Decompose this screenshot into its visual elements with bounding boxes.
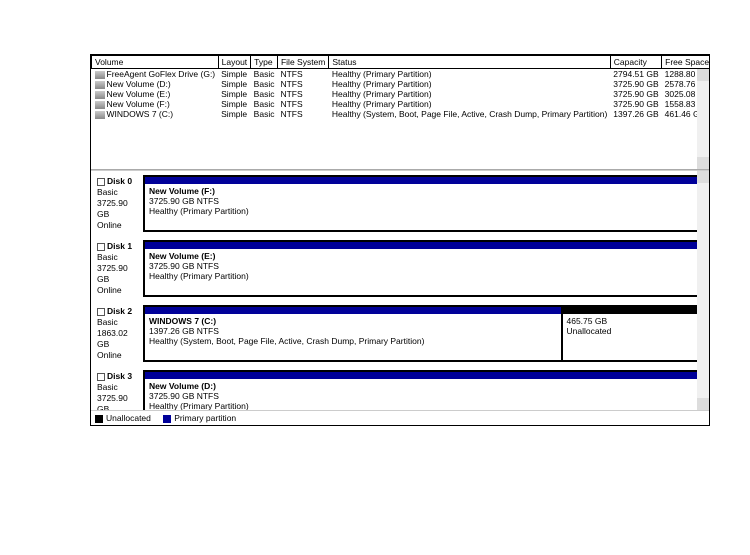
partition-unallocated[interactable]: 465.75 GBUnallocated xyxy=(562,306,703,361)
volume-scrollbar[interactable] xyxy=(697,69,709,169)
disk-scrollbar[interactable] xyxy=(697,171,709,410)
disk-icon xyxy=(97,243,105,251)
volume-row[interactable]: New Volume (E:)SimpleBasicNTFSHealthy (P… xyxy=(92,89,710,99)
disk-info[interactable]: Disk 0Basic3725.90 GBOnline xyxy=(95,175,143,232)
column-header[interactable]: Type xyxy=(251,56,278,69)
column-header[interactable]: Free Space xyxy=(662,56,709,69)
disk-icon xyxy=(97,373,105,381)
column-header[interactable]: File System xyxy=(277,56,328,69)
legend-swatch-primary xyxy=(163,415,171,423)
disk-info[interactable]: Disk 1Basic3725.90 GBOnline xyxy=(95,240,143,297)
disk-info[interactable]: Disk 2Basic1863.02 GBOnline xyxy=(95,305,143,362)
partition-primary[interactable]: New Volume (F:)3725.90 GB NTFSHealthy (P… xyxy=(144,176,702,231)
legend: Unallocated Primary partition xyxy=(91,410,709,425)
partition-primary[interactable]: WINDOWS 7 (C:)1397.26 GB NTFSHealthy (Sy… xyxy=(144,306,562,361)
volume-row[interactable]: WINDOWS 7 (C:)SimpleBasicNTFSHealthy (Sy… xyxy=(92,109,710,119)
volume-icon xyxy=(95,81,105,89)
disk-row: Disk 3Basic3725.90 GBOnlineNew Volume (D… xyxy=(95,370,703,410)
volume-row[interactable]: FreeAgent GoFlex Drive (G:)SimpleBasicNT… xyxy=(92,69,710,80)
disk-row: Disk 2Basic1863.02 GBOnlineWINDOWS 7 (C:… xyxy=(95,305,703,362)
volume-icon xyxy=(95,111,105,119)
volume-row[interactable]: New Volume (D:)SimpleBasicNTFSHealthy (P… xyxy=(92,79,710,89)
volume-row[interactable]: New Volume (F:)SimpleBasicNTFSHealthy (P… xyxy=(92,99,710,109)
volume-icon xyxy=(95,101,105,109)
volume-table[interactable]: VolumeLayoutTypeFile SystemStatusCapacit… xyxy=(91,55,709,119)
legend-swatch-unallocated xyxy=(95,415,103,423)
partition-primary[interactable]: New Volume (E:)3725.90 GB NTFSHealthy (P… xyxy=(144,241,702,296)
volume-list-pane[interactable]: VolumeLayoutTypeFile SystemStatusCapacit… xyxy=(91,55,709,170)
volume-icon xyxy=(95,71,105,79)
volume-icon xyxy=(95,91,105,99)
legend-label-unallocated: Unallocated xyxy=(106,413,151,423)
disk-icon xyxy=(97,178,105,186)
disk-row: Disk 1Basic3725.90 GBOnlineNew Volume (E… xyxy=(95,240,703,297)
partition-primary[interactable]: New Volume (D:)3725.90 GB NTFSHealthy (P… xyxy=(144,371,702,410)
legend-label-primary: Primary partition xyxy=(174,413,236,423)
column-header[interactable]: Status xyxy=(329,56,610,69)
column-header[interactable]: Volume xyxy=(92,56,219,69)
disk-info[interactable]: Disk 3Basic3725.90 GBOnline xyxy=(95,370,143,410)
disk-graphical-pane[interactable]: Disk 0Basic3725.90 GBOnlineNew Volume (F… xyxy=(91,170,709,410)
column-header[interactable]: Layout xyxy=(218,56,251,69)
disk-row: Disk 0Basic3725.90 GBOnlineNew Volume (F… xyxy=(95,175,703,232)
column-header[interactable]: Capacity xyxy=(610,56,661,69)
disk-icon xyxy=(97,308,105,316)
